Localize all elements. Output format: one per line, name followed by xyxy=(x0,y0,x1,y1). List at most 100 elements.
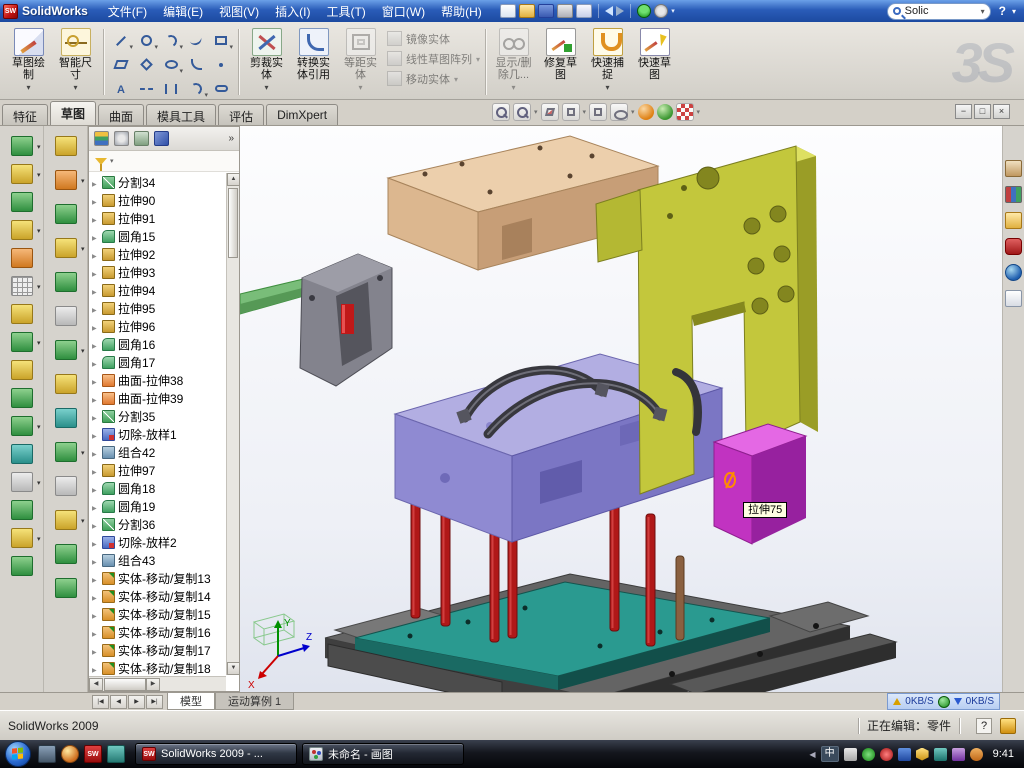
first-tab-icon[interactable]: |◀ xyxy=(92,695,109,709)
ribbon-button[interactable]: 快速草图 xyxy=(631,26,678,81)
sketch-fillet-tool-icon[interactable] xyxy=(184,53,208,76)
tray-icon-8[interactable] xyxy=(970,748,983,761)
open-icon[interactable] xyxy=(519,4,535,18)
expand-arrow-icon[interactable] xyxy=(92,175,101,189)
feature-tool-icon-13[interactable] xyxy=(11,472,33,492)
feature-tool-icon-7[interactable] xyxy=(11,304,33,324)
previous-tab-icon[interactable]: ◀ xyxy=(110,695,127,709)
expand-arrow-icon[interactable] xyxy=(92,265,101,279)
feature-tree-item[interactable]: 拉伸92 xyxy=(89,245,226,263)
hide-show-items-icon[interactable] xyxy=(610,103,628,121)
sketch-tool-icon-9[interactable] xyxy=(55,408,77,428)
expand-arrow-icon[interactable] xyxy=(92,427,101,441)
feature-tree-item[interactable]: 实体-移动/复制13 xyxy=(89,569,226,587)
expand-arrow-icon[interactable] xyxy=(92,319,101,333)
sketch-tool-icon-14[interactable] xyxy=(55,578,77,598)
feature-tool-icon-2[interactable] xyxy=(11,164,33,184)
feature-tree-item[interactable]: 曲面-拉伸38 xyxy=(89,371,226,389)
sketch-tool-icon-3[interactable] xyxy=(55,204,77,224)
zoom-fit-icon[interactable] xyxy=(492,103,510,121)
tree-vertical-scrollbar[interactable]: ▲ ▼ xyxy=(226,173,239,675)
ribbon-button[interactable]: 智能尺寸 xyxy=(52,26,99,93)
expand-arrow-icon[interactable] xyxy=(92,625,101,639)
file-explorer-icon[interactable] xyxy=(1005,212,1022,229)
expand-arrow-icon[interactable] xyxy=(92,391,101,405)
custom-properties-icon[interactable] xyxy=(1005,290,1022,307)
part-gray-insert[interactable] xyxy=(300,254,392,386)
sketch-tool-icon-11[interactable] xyxy=(55,476,77,496)
sketch-tool-icon-2[interactable] xyxy=(55,170,77,190)
tree-horizontal-scrollbar[interactable]: ◀ ▶ xyxy=(89,676,226,691)
ribbon-button[interactable]: 剪裁实体 xyxy=(243,26,290,93)
menu-item[interactable]: 帮助(H) xyxy=(433,0,490,23)
expand-arrow-icon[interactable] xyxy=(92,301,101,315)
caret-down-icon[interactable]: ▾ xyxy=(583,108,587,116)
menu-item[interactable]: 工具(T) xyxy=(318,0,373,23)
circle-tool-icon[interactable] xyxy=(134,29,158,52)
view-orientation-icon[interactable] xyxy=(562,103,580,121)
expand-arrow-icon[interactable] xyxy=(92,409,101,423)
caret-down-icon[interactable]: ▾ xyxy=(631,108,635,116)
search-caret-icon[interactable]: ▾ xyxy=(981,7,985,16)
filter-funnel-icon[interactable] xyxy=(95,158,107,165)
feature-tree-item[interactable]: 分割36 xyxy=(89,515,226,533)
expand-arrow-icon[interactable] xyxy=(92,661,101,675)
save-icon[interactable] xyxy=(538,4,554,18)
three-point-arc-tool-icon[interactable] xyxy=(184,77,208,100)
minimize-icon[interactable]: − xyxy=(955,104,972,119)
scroll-left-icon[interactable]: ◀ xyxy=(89,678,103,691)
redo-icon[interactable] xyxy=(616,6,624,16)
command-tab[interactable]: 评估 xyxy=(218,104,264,125)
caret-down-icon[interactable]: ▾ xyxy=(110,157,114,165)
ribbon-button[interactable]: 转换实体引用 xyxy=(290,26,337,81)
status-tag-icon[interactable] xyxy=(1000,718,1016,734)
start-button[interactable] xyxy=(5,741,31,767)
expand-arrow-icon[interactable] xyxy=(92,643,101,657)
taskbar-button[interactable]: SolidWorks 2009 - ... xyxy=(135,743,297,765)
ribbon-stacked-button[interactable]: 镜像实体 xyxy=(387,30,480,47)
tray-icon-7[interactable] xyxy=(952,748,965,761)
appearance-icon[interactable] xyxy=(638,104,654,120)
caret-down-icon[interactable]: ▾ xyxy=(534,108,538,116)
scroll-down-icon[interactable]: ▼ xyxy=(227,662,240,675)
close-icon[interactable]: × xyxy=(993,104,1010,119)
rectangle-tool-icon[interactable] xyxy=(209,29,233,52)
new-document-icon[interactable] xyxy=(500,4,516,18)
solidworks-resources-icon[interactable] xyxy=(1005,160,1022,177)
feature-tool-icon-11[interactable] xyxy=(11,416,33,436)
feature-tree-item[interactable]: 圆角16 xyxy=(89,335,226,353)
feature-tree-item[interactable]: 拉伸96 xyxy=(89,317,226,335)
feature-tree-item[interactable]: 拉伸94 xyxy=(89,281,226,299)
feature-tree-item[interactable]: 圆角19 xyxy=(89,497,226,515)
feature-tree-item[interactable]: 圆角18 xyxy=(89,479,226,497)
search-input[interactable]: Solic xyxy=(905,5,981,17)
sketch-tool-icon-12[interactable] xyxy=(55,510,77,530)
expand-arrow-icon[interactable] xyxy=(92,445,101,459)
feature-tree-item[interactable]: 拉伸90 xyxy=(89,191,226,209)
ribbon-stacked-button[interactable]: 线性草图阵列 xyxy=(387,50,480,67)
feature-tree-item[interactable]: 切除-放样2 xyxy=(89,533,226,551)
help-icon[interactable]: ? xyxy=(999,4,1006,18)
search-box[interactable]: Solic ▾ xyxy=(887,3,991,20)
expand-arrow-icon[interactable] xyxy=(92,373,101,387)
expand-arrow-icon[interactable] xyxy=(92,481,101,495)
expand-arrow-icon[interactable] xyxy=(92,499,101,513)
ribbon-button[interactable]: 修复草图 xyxy=(537,26,584,81)
sketch-tool-icon-4[interactable] xyxy=(55,238,77,258)
panel-chevron-icon[interactable]: » xyxy=(228,133,234,144)
feature-tool-icon-14[interactable] xyxy=(11,500,33,520)
feature-tree-item[interactable]: 实体-移动/复制16 xyxy=(89,623,226,641)
expand-arrow-icon[interactable] xyxy=(92,589,101,603)
feature-tool-icon-8[interactable] xyxy=(11,332,33,352)
3d-assembly-scene[interactable]: Y Z X xyxy=(240,126,1002,692)
polygon-tool-icon[interactable] xyxy=(134,53,158,76)
centerline-tool-icon[interactable] xyxy=(134,77,158,100)
feature-tree-item[interactable]: 实体-移动/复制14 xyxy=(89,587,226,605)
expand-arrow-icon[interactable] xyxy=(92,229,101,243)
zoom-area-icon[interactable] xyxy=(513,103,531,121)
spline-tool-icon[interactable] xyxy=(184,29,208,52)
feature-tree-item[interactable]: 切除-放样1 xyxy=(89,425,226,443)
caret-down-icon[interactable]: ▾ xyxy=(1012,7,1016,16)
print-preview-icon[interactable] xyxy=(576,4,592,18)
feature-tool-icon-6[interactable] xyxy=(11,276,33,296)
